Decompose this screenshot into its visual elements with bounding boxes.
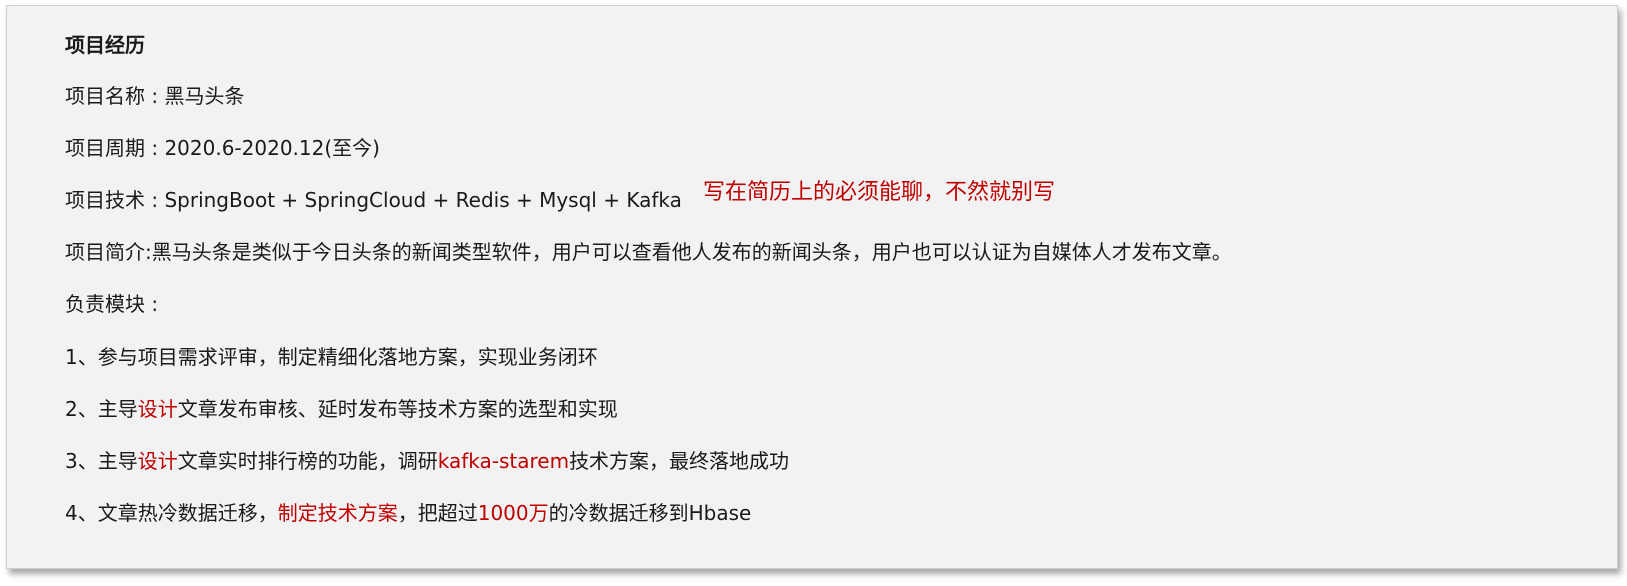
module-3-highlight: 设计 (137, 449, 178, 473)
module-item-3: 3、主导设计文章实时排行榜的功能，调研kafka-starem技术方案，最终落地… (65, 448, 789, 474)
project-period-value: 2020.6-2020.12(至今) (164, 136, 380, 160)
project-tech-row: 项目技术 : SpringBoot + SpringCloud + Redis … (65, 187, 682, 213)
module-3-middle: 文章实时排行榜的功能，调研 (177, 449, 438, 473)
module-3-suffix: 技术方案，最终落地成功 (569, 449, 790, 473)
module-4-suffix: 的冷数据迁移到Hbase (548, 501, 752, 525)
project-name-label: 项目名称 : (65, 84, 165, 108)
module-2-highlight: 设计 (137, 397, 178, 421)
module-4-middle: ，把超过 (397, 501, 478, 525)
resume-project-card: 项目经历 项目名称 : 黑马头条 项目周期 : 2020.6-2020.12(至… (6, 5, 1618, 569)
project-tech-label: 项目技术 : (65, 188, 165, 212)
project-name-value: 黑马头条 (164, 84, 245, 108)
section-heading: 项目经历 (65, 33, 145, 57)
project-tech-value: SpringBoot + SpringCloud + Redis + Mysql… (164, 188, 682, 212)
project-name-row: 项目名称 : 黑马头条 (65, 83, 244, 109)
project-intro-value: 黑马头条是类似于今日头条的新闻类型软件，用户可以查看他人发布的新闻头条，用户也可… (151, 240, 1232, 264)
module-2-prefix: 2、主导 (65, 397, 138, 421)
module-item-1: 1、参与项目需求评审，制定精细化落地方案，实现业务闭环 (65, 344, 598, 370)
module-4-prefix: 4、文章热冷数据迁移， (65, 501, 278, 525)
project-period-label: 项目周期 : (65, 136, 165, 160)
modules-label: 负责模块 : (65, 292, 159, 316)
project-intro-row: 项目简介:黑马头条是类似于今日头条的新闻类型软件，用户可以查看他人发布的新闻头条… (65, 239, 1232, 265)
module-2-suffix: 文章发布审核、延时发布等技术方案的选型和实现 (177, 397, 618, 421)
project-intro-label: 项目简介: (65, 240, 152, 264)
project-period-row: 项目周期 : 2020.6-2020.12(至今) (65, 135, 380, 161)
module-1-text: 1、参与项目需求评审，制定精细化落地方案，实现业务闭环 (65, 345, 598, 369)
module-3-highlight-kafka: kafka-starem (437, 449, 570, 473)
tech-note: 写在简历上的必须能聊，不然就别写 (703, 180, 1056, 205)
module-item-4: 4、文章热冷数据迁移，制定技术方案，把超过1000万的冷数据迁移到Hbase (65, 500, 751, 526)
module-3-prefix: 3、主导 (65, 449, 138, 473)
module-4-highlight-count: 1000万 (477, 501, 549, 525)
module-item-2: 2、主导设计文章发布审核、延时发布等技术方案的选型和实现 (65, 396, 618, 422)
module-4-highlight: 制定技术方案 (277, 501, 398, 525)
